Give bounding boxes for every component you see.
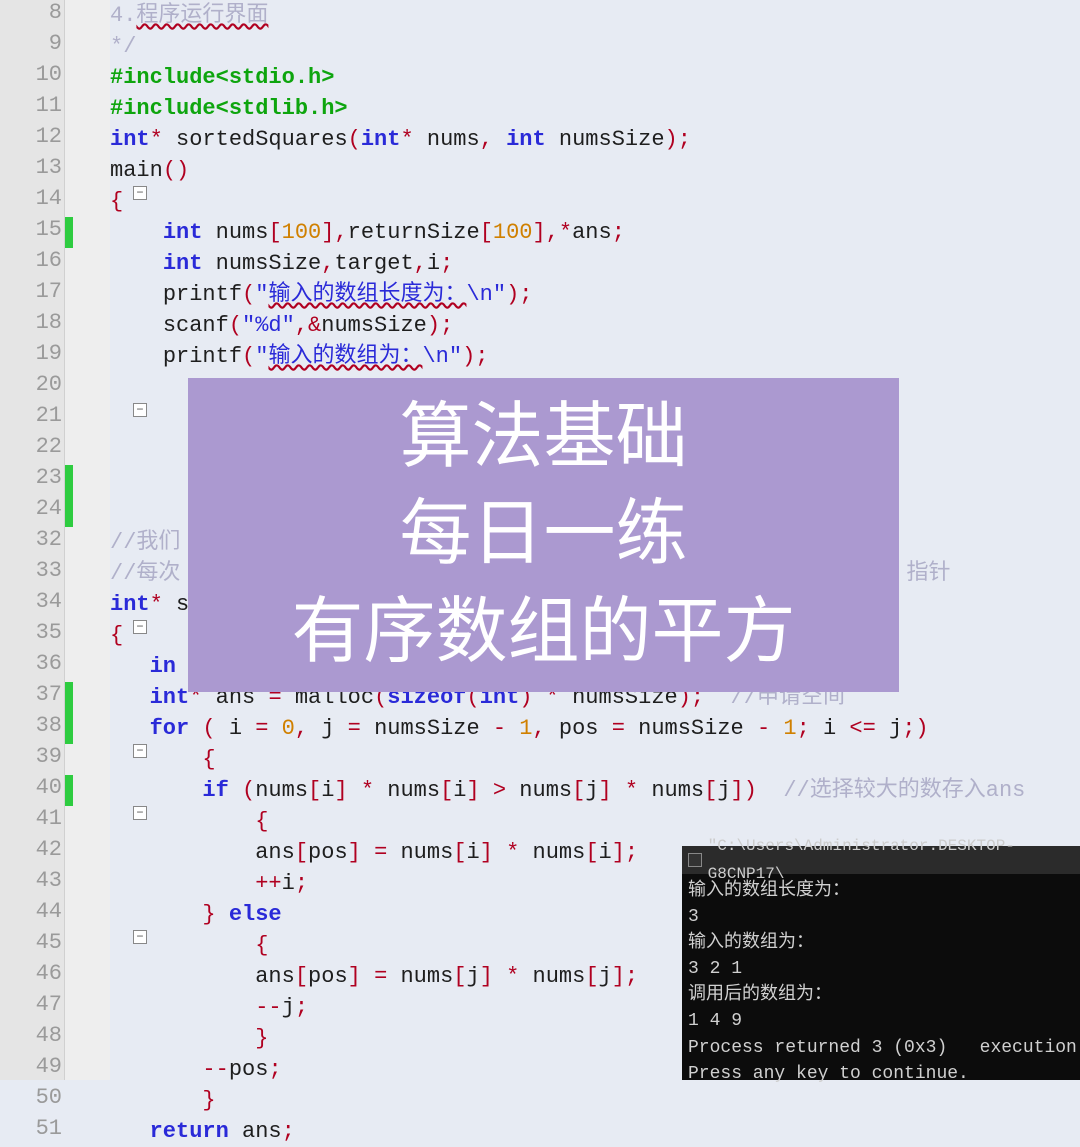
change-marker [65,775,73,806]
code-line[interactable]: int* sortedSquares(int* nums, int numsSi… [110,124,691,155]
console-output: 输入的数组长度为： 3 输入的数组为： 3 2 1 调用后的数组为： 1 4 9… [682,874,1080,1091]
code-line[interactable]: printf("输入的数组长度为：\n"); [110,279,532,310]
line-number: 48 [0,1023,62,1048]
code-line[interactable]: { [110,186,123,217]
change-marker [65,682,73,713]
code-line[interactable]: //我们 [110,527,180,558]
code-line[interactable]: in [110,651,176,682]
line-number: 16 [0,248,62,273]
line-number: 13 [0,155,62,180]
line-number: 43 [0,868,62,893]
code-line[interactable]: } [110,1023,268,1054]
line-number: 9 [0,31,62,56]
line-number: 14 [0,186,62,211]
code-line[interactable]: { [110,744,216,775]
line-number: 42 [0,837,62,862]
line-number: 23 [0,465,62,490]
line-number: 40 [0,775,62,800]
line-number: 18 [0,310,62,335]
code-line[interactable]: */ [110,31,136,62]
line-number: 35 [0,620,62,645]
banner-line-3: 有序数组的平方 [291,584,795,681]
code-line[interactable]: --j; [110,992,308,1023]
code-line[interactable]: { [110,930,268,961]
line-number: 21 [0,403,62,428]
code-line[interactable]: { [110,806,268,837]
banner-line-2: 每日一练 [399,486,687,583]
line-number: 20 [0,372,62,397]
code-line[interactable]: } [110,1085,216,1116]
console-icon [688,853,702,867]
change-marker [65,465,73,496]
code-line[interactable]: int nums[100],returnSize[100],*ans; [110,217,625,248]
change-marker [65,713,73,744]
line-number: 46 [0,961,62,986]
code-line[interactable]: int numsSize,target,i; [110,248,453,279]
code-line[interactable]: int* s [110,589,189,620]
line-number: 11 [0,93,62,118]
line-number: 36 [0,651,62,676]
line-number: 44 [0,899,62,924]
line-number: 39 [0,744,62,769]
code-line[interactable]: #include<stdlib.h> [110,93,348,124]
line-number: 49 [0,1054,62,1079]
line-number: 51 [0,1116,62,1141]
code-line[interactable]: --pos; [110,1054,282,1085]
code-line[interactable]: printf("输入的数组为：\n"); [110,341,488,372]
code-line[interactable]: 4.程序运行界面 [110,0,268,31]
line-number: 17 [0,279,62,304]
line-number: 45 [0,930,62,955]
code-line[interactable]: ans[pos] = nums[i] * nums[i]; [110,837,638,868]
line-number: 32 [0,527,62,552]
code-line[interactable]: return ans; [110,1116,295,1147]
line-number: 19 [0,341,62,366]
banner-line-1: 算法基础 [399,389,687,486]
line-number: 50 [0,1085,62,1110]
line-number: 12 [0,124,62,149]
line-number: 47 [0,992,62,1017]
line-number: 41 [0,806,62,831]
fold-margin: −−−−−− [65,0,110,1080]
code-line[interactable]: ++i; [110,868,308,899]
code-line[interactable]: for ( i = 0, j = numsSize - 1, pos = num… [110,713,929,744]
line-number: 8 [0,0,62,25]
line-number: 37 [0,682,62,707]
code-line[interactable]: if (nums[i] * nums[i] > nums[j] * nums[j… [110,775,1025,806]
line-number: 34 [0,589,62,614]
line-number: 33 [0,558,62,583]
code-line[interactable]: } else [110,899,282,930]
line-number: 10 [0,62,62,87]
line-number: 15 [0,217,62,242]
code-line[interactable]: { [110,620,123,651]
code-line[interactable]: scanf("%d",&numsSize); [110,310,453,341]
line-number: 22 [0,434,62,459]
console-window[interactable]: "C:\Users\Administrator.DESKTOP-G8CNP17\… [682,846,1080,1080]
code-line[interactable]: main() [110,155,189,186]
line-number: 38 [0,713,62,738]
code-line[interactable]: ans[pos] = nums[j] * nums[j]; [110,961,638,992]
change-marker [65,496,73,527]
change-marker [65,217,73,248]
line-number: 24 [0,496,62,521]
code-line[interactable]: #include<stdio.h> [110,62,334,93]
line-number-gutter: 8 9 10 11 12 13 14 15 16 17 18 19 20 21 22 23 24 32 33 34 35… [0,0,65,1080]
overlay-banner: 算法基础 每日一练 有序数组的平方 [188,378,899,692]
console-titlebar: "C:\Users\Administrator.DESKTOP-G8CNP17\ [682,846,1080,874]
